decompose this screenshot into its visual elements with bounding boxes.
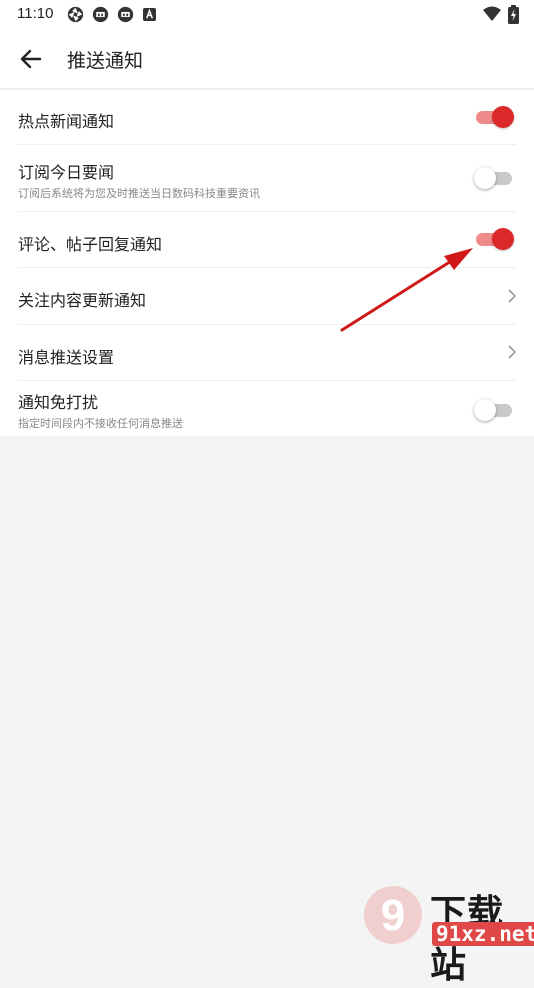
setting-description: 订阅后系统将为您及时推送当日数码科技重要资讯	[18, 188, 260, 200]
setting-row-daily-subscribe[interactable]: 订阅今日要闻 订阅后系统将为您及时推送当日数码科技重要资讯	[0, 145, 534, 212]
reply-notify-toggle[interactable]	[474, 227, 514, 251]
news-app-icon	[92, 6, 109, 23]
chevron-right-icon	[508, 289, 517, 303]
battery-charging-icon	[508, 5, 519, 24]
do-not-disturb-toggle[interactable]	[474, 398, 514, 422]
status-bar: 11:10	[0, 0, 534, 30]
setting-row-reply-notify[interactable]: 评论、帖子回复通知	[0, 212, 534, 268]
toggle-knob	[492, 106, 514, 128]
news-app-icon	[117, 6, 134, 23]
toggle-knob	[474, 167, 496, 189]
status-time: 11:10	[17, 5, 54, 22]
hot-news-toggle[interactable]	[474, 105, 514, 129]
setting-row-do-not-disturb[interactable]: 通知免打扰 指定时间段内不接收任何消息推送	[0, 381, 534, 436]
setting-label: 消息推送设置	[18, 350, 115, 367]
watermark-logo-text: 9	[381, 891, 405, 940]
back-arrow-icon[interactable]	[18, 46, 44, 72]
watermark-logo: 9	[364, 886, 422, 944]
accessibility-icon	[143, 8, 156, 21]
setting-label: 热点新闻通知	[18, 114, 115, 131]
setting-label: 评论、帖子回复通知	[18, 237, 163, 254]
setting-label: 订阅今日要闻	[18, 165, 115, 182]
setting-description: 指定时间段内不接收任何消息推送	[18, 418, 183, 430]
page-title: 推送通知	[67, 51, 144, 72]
setting-label: 通知免打扰	[18, 395, 99, 412]
app-bar: 推送通知	[0, 30, 534, 89]
aperture-icon	[67, 6, 84, 23]
setting-row-push-settings[interactable]: 消息推送设置	[0, 325, 534, 381]
toggle-knob	[492, 228, 514, 250]
setting-row-hot-news[interactable]: 热点新闻通知	[0, 90, 534, 145]
watermark-url: 91xz.net	[432, 922, 534, 946]
settings-list: 热点新闻通知 订阅今日要闻 订阅后系统将为您及时推送当日数码科技重要资讯 评论、…	[0, 90, 534, 436]
setting-row-follow-updates[interactable]: 关注内容更新通知	[0, 268, 534, 325]
toggle-knob	[474, 399, 496, 421]
setting-label: 关注内容更新通知	[18, 293, 147, 310]
chevron-right-icon	[508, 345, 517, 359]
wifi-icon	[483, 6, 501, 21]
daily-subscribe-toggle[interactable]	[474, 166, 514, 190]
